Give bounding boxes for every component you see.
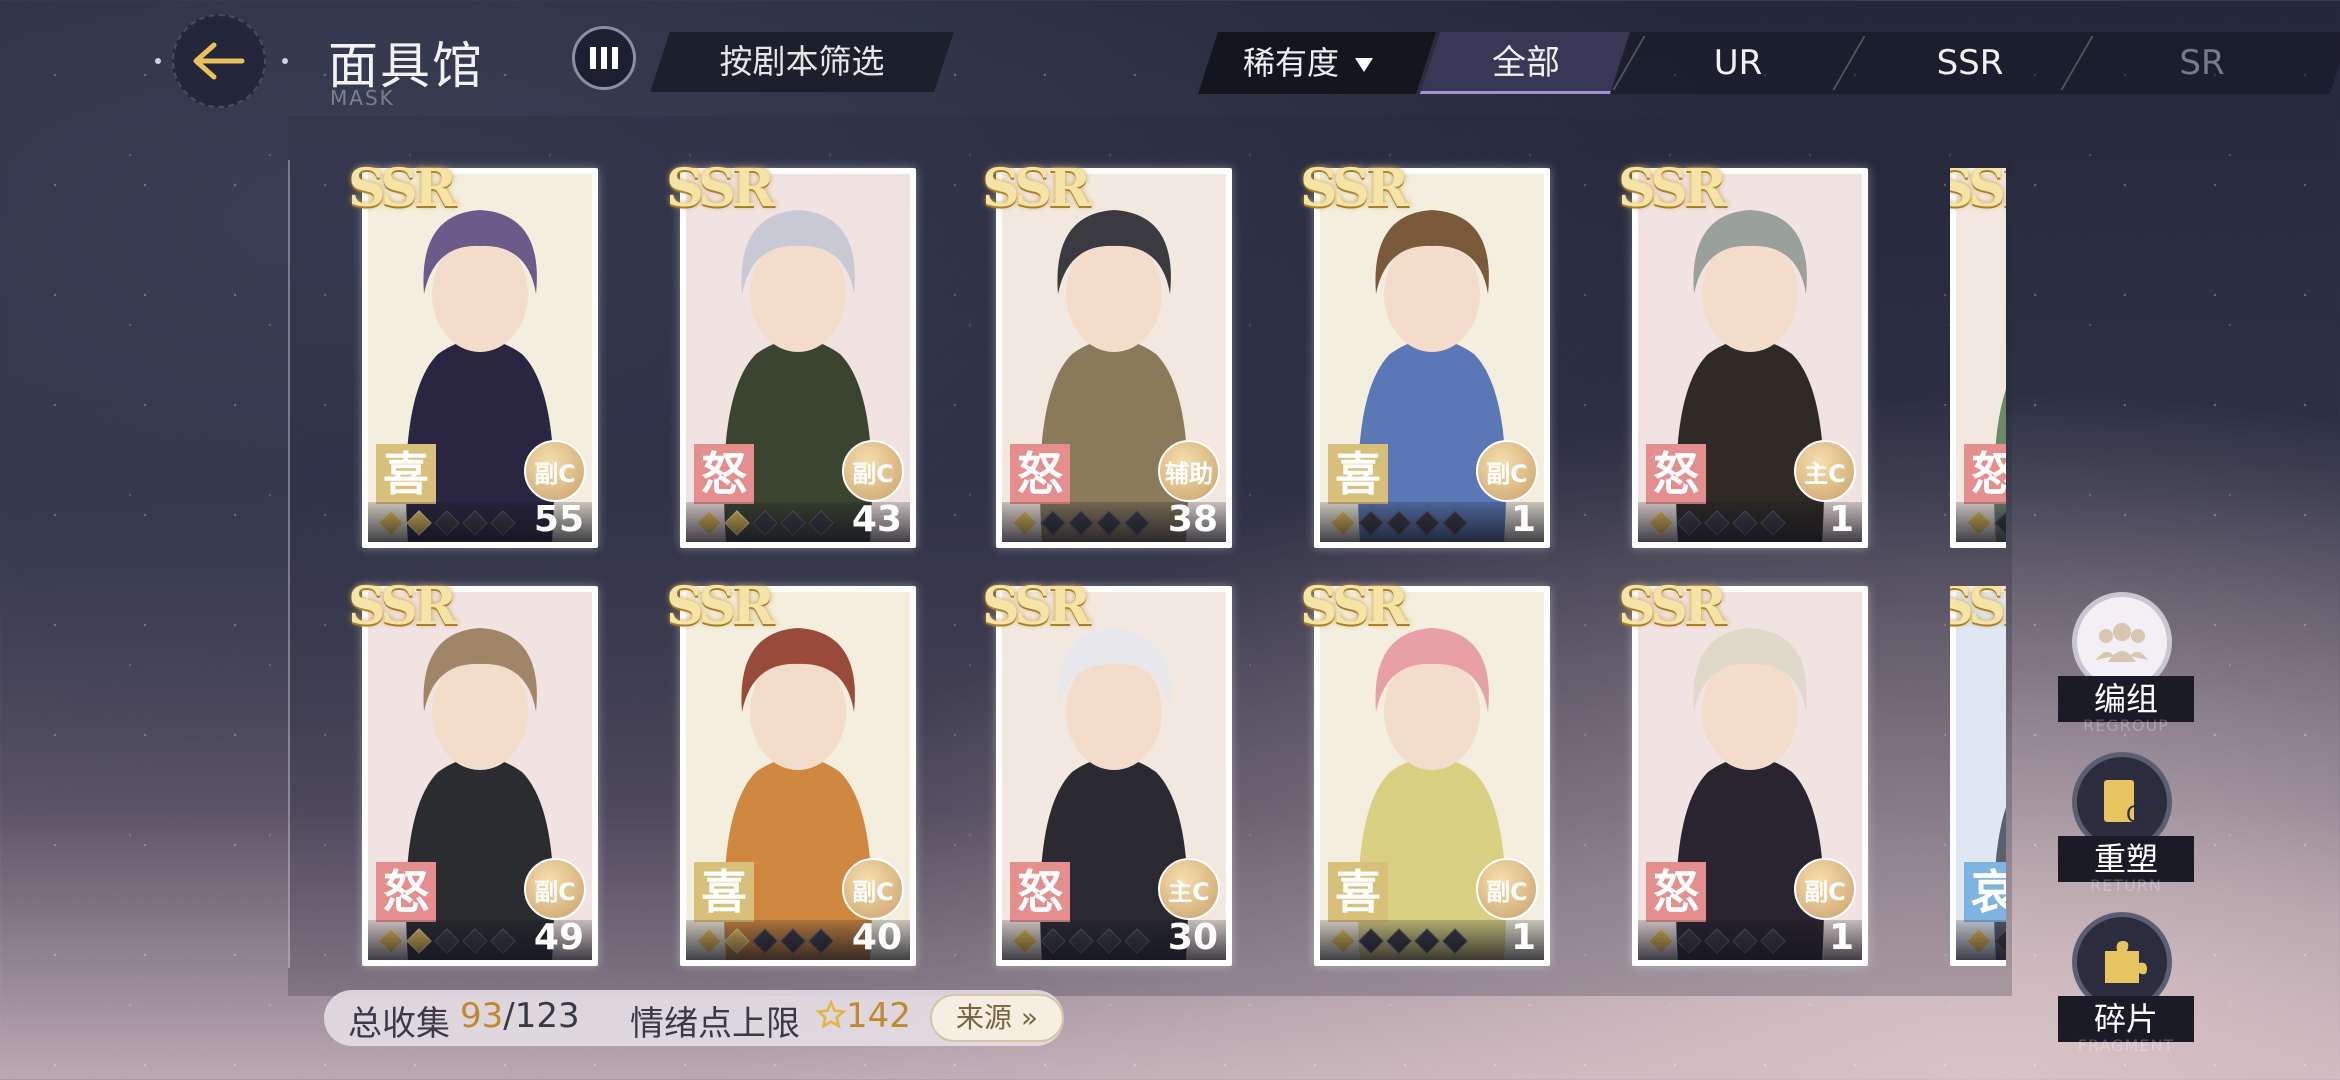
- card-inner: 怒 辅助 38: [1002, 174, 1226, 542]
- svg-text:C: C: [2126, 803, 2141, 828]
- card-inner: 喜 副C 1: [1320, 592, 1544, 960]
- collection-label: 总收集: [348, 1004, 450, 1044]
- bar-icon: [601, 47, 607, 69]
- mask-card[interactable]: 怒 主C 30 SSR: [982, 576, 1232, 966]
- emotion-badge: 喜: [694, 862, 754, 922]
- fragment-sub: FRAGMENT: [2077, 1036, 2175, 1055]
- role-badge: 副C: [524, 440, 586, 502]
- decor-dot: [282, 58, 288, 64]
- mask-card[interactable]: 喜 副C 1 SSR: [1300, 576, 1550, 966]
- mood-count: 38: [1167, 499, 1218, 540]
- reshape-card-icon: C: [2104, 780, 2141, 828]
- mood-value-text: 142: [846, 996, 911, 1036]
- mask-card[interactable]: 喜 副C 55 SSR: [348, 158, 598, 548]
- star-icon: [815, 999, 847, 1029]
- role-badge: 副C: [524, 858, 586, 920]
- rarity-badge: SSR: [1300, 576, 1409, 637]
- back-button[interactable]: [172, 14, 266, 108]
- role-badge: 主C: [1794, 440, 1856, 502]
- dropdown-triangle-icon: [1355, 58, 1373, 72]
- emotion-badge: 怒: [1646, 444, 1706, 504]
- mask-card[interactable]: 怒 副C 1 SSR: [1618, 576, 1868, 966]
- emotion-badge: 怒: [1010, 444, 1070, 504]
- rarity-filter-bar: 稀有度 全部 UR SSR SR: [1197, 32, 2340, 94]
- card-inner: 怒 主C 30: [1002, 592, 1226, 960]
- emotion-badge: 怒: [1646, 862, 1706, 922]
- rarity-badge: SSR: [1300, 158, 1409, 219]
- mood-count: 43: [851, 499, 902, 540]
- mood-count: 1: [1510, 917, 1536, 958]
- tab-ur[interactable]: UR: [1648, 32, 1828, 94]
- emotion-badge: 怒: [694, 444, 754, 504]
- source-button-label: 来源: [955, 1001, 1012, 1034]
- collection-owned: 93: [460, 996, 504, 1036]
- role-badge: 副C: [1794, 858, 1856, 920]
- emotion-badge: 喜: [1328, 862, 1388, 922]
- mood-count: 30: [1167, 917, 1218, 958]
- role-badge: 辅助: [1158, 440, 1220, 502]
- mood-count: 49: [533, 917, 584, 958]
- team-sub: REGROUP: [2083, 716, 2169, 735]
- script-filter-button[interactable]: 按剧本筛选: [660, 32, 944, 92]
- card-inner: 喜 副C 1: [1320, 174, 1544, 542]
- tab-all[interactable]: 全部: [1436, 32, 1616, 94]
- back-arrow-icon: [193, 42, 245, 80]
- mood-count: 40: [851, 917, 902, 958]
- mask-card[interactable]: 怒 辅助 38 SSR: [982, 158, 1232, 548]
- role-badge: 副C: [842, 858, 904, 920]
- mask-card[interactable]: 怒 副C 43 SSR: [666, 158, 916, 548]
- rarity-dropdown[interactable]: 稀有度: [1208, 32, 1408, 94]
- bar-icon: [590, 47, 596, 69]
- rarity-badge: SSR: [1618, 158, 1727, 219]
- page-subtitle: MASK: [330, 86, 395, 110]
- rarity-badge: SSR: [348, 158, 457, 219]
- mask-card[interactable]: 怒 主C 1 SSR: [1618, 158, 1868, 548]
- decor-dot: [155, 58, 161, 64]
- emotion-badge: 喜: [376, 444, 436, 504]
- group-icon: [2096, 623, 2148, 662]
- rarity-badge: SSR: [1618, 576, 1727, 637]
- rarity-badge: SSR: [666, 576, 775, 637]
- rarity-badge: SSR: [348, 576, 457, 637]
- card-inner: 喜 副C 55: [368, 174, 592, 542]
- rarity-badge: SSR: [666, 158, 775, 219]
- bar-icon: [612, 47, 618, 69]
- rarity-dropdown-label: 稀有度: [1242, 44, 1339, 82]
- tab-sr[interactable]: SR: [2112, 32, 2292, 94]
- rarity-badge: SSR: [982, 158, 1091, 219]
- mask-card[interactable]: 喜 副C 1 SSR: [1300, 158, 1550, 548]
- puzzle-icon: [2105, 941, 2147, 983]
- emotion-badge: 怒: [376, 862, 436, 922]
- card-inner: 怒 副C 43: [686, 174, 910, 542]
- emotion-badge: 怒: [1010, 862, 1070, 922]
- role-badge: 副C: [1476, 440, 1538, 502]
- reshape-sub: RETURN: [2090, 876, 2162, 895]
- role-badge: 副C: [842, 440, 904, 502]
- mask-card[interactable]: 怒 副C 49 SSR: [348, 576, 598, 966]
- mood-label: 情绪点上限: [630, 1004, 800, 1044]
- mood-count: 1: [1510, 499, 1536, 540]
- mood-count: 1: [1828, 917, 1854, 958]
- tab-ssr[interactable]: SSR: [1880, 32, 2060, 94]
- menu-button[interactable]: [572, 26, 636, 90]
- grid-divider: [288, 160, 290, 968]
- mood-count: 55: [533, 499, 584, 540]
- role-badge: 副C: [1476, 858, 1538, 920]
- card-inner: 喜 副C 40: [686, 592, 910, 960]
- role-badge: 主C: [1158, 858, 1220, 920]
- card-inner: 怒 副C 1: [1638, 592, 1862, 960]
- mood-value: 142: [815, 996, 911, 1036]
- rarity-badge: SSR: [982, 576, 1091, 637]
- collection-count: 93/123: [460, 996, 580, 1036]
- mask-card[interactable]: 喜 副C 40 SSR: [666, 576, 916, 966]
- mood-count: 1: [1828, 499, 1854, 540]
- card-inner: 怒 副C 49: [368, 592, 592, 960]
- source-button[interactable]: 来源 »: [930, 994, 1064, 1042]
- emotion-badge: 喜: [1328, 444, 1388, 504]
- card-inner: 怒 主C 1: [1638, 174, 1862, 542]
- collection-total: /123: [503, 996, 580, 1036]
